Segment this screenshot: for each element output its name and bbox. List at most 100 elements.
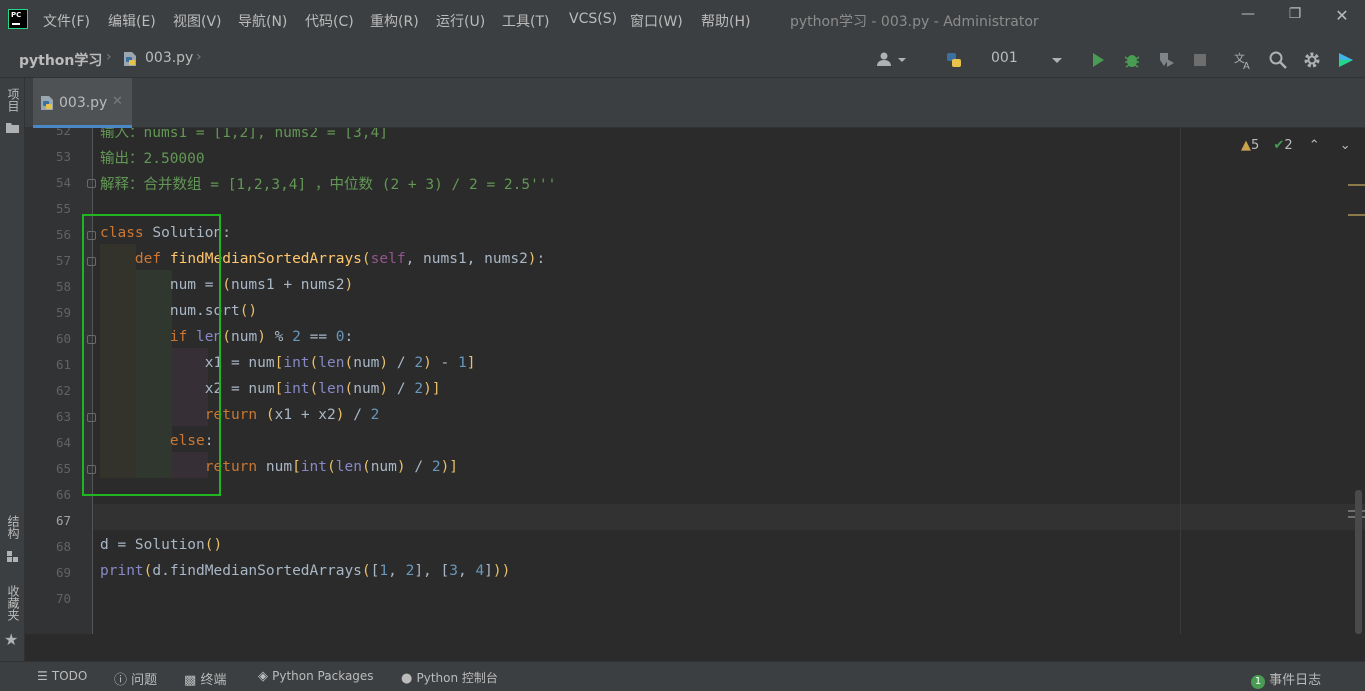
line-number: 68 [55, 539, 71, 554]
line-number: 52 [55, 128, 71, 138]
terminal-label: 终端 [200, 673, 227, 688]
run-config-name[interactable]: 001 [991, 50, 1018, 66]
weak-warning-check-icon: ✔ [1273, 138, 1285, 153]
menu-refactor[interactable]: 重构(R) [370, 11, 419, 31]
title-menu-bar: PC 文件(F) 编辑(E) 视图(V) 导航(N) 代码(C) 重构(R) 运… [0, 0, 1365, 40]
debug-icon[interactable] [1122, 50, 1142, 70]
search-icon[interactable] [1268, 50, 1288, 70]
line-number: 57 [55, 253, 71, 268]
structure-tool-window-button[interactable]: 结构 [5, 515, 22, 539]
layers-icon: ◈ [258, 669, 268, 684]
next-highlight-icon[interactable]: ⌄ [1340, 138, 1351, 153]
weak-warning-count: 2 [1284, 138, 1293, 153]
run-icon[interactable] [1088, 50, 1108, 70]
scrollbar-warning-mark [1348, 214, 1365, 216]
line-number: 62 [55, 383, 71, 398]
stop-icon[interactable] [1190, 50, 1210, 70]
star-icon: ★ [4, 630, 19, 649]
breadcrumb-project[interactable]: python学习 [19, 50, 102, 70]
warning-count: 5 [1251, 138, 1260, 153]
python-file-icon [41, 96, 53, 110]
folder-icon [6, 123, 19, 133]
right-margin-guide [1180, 128, 1181, 634]
python-console-tool-button[interactable]: ● Python 控制台 [401, 669, 498, 686]
close-window-icon[interactable]: ✕ [1329, 6, 1355, 26]
terminal-tool-button[interactable]: ▩ 终端 [184, 669, 226, 688]
terminal-icon: ▩ [184, 673, 197, 688]
python-file-icon [124, 52, 136, 66]
code-line: print(d.findMedianSortedArrays([1, 2], [… [100, 563, 511, 579]
line-number: 59 [55, 305, 71, 320]
code-line: 输入：nums1 = [1,2], nums2 = [3,4] [100, 128, 388, 141]
python-console-label: Python 控制台 [416, 671, 498, 685]
menu-run[interactable]: 运行(U) [436, 11, 485, 31]
line-number: 56 [55, 227, 71, 242]
minimize-icon[interactable]: — [1235, 6, 1261, 26]
problems-tool-button[interactable]: ⓘ 问题 [114, 669, 157, 688]
todo-tool-button[interactable]: ☰ TODO [37, 669, 87, 684]
green-annotation-box [82, 214, 221, 496]
list-icon: ☰ [37, 669, 48, 683]
info-icon: ⓘ [114, 673, 128, 688]
menu-help[interactable]: 帮助(H) [701, 11, 750, 31]
breadcrumb-file[interactable]: 003.py [145, 50, 193, 66]
structure-icon [7, 551, 18, 562]
menu-edit[interactable]: 编辑(E) [108, 11, 156, 31]
favorites-tool-window-button[interactable]: 收藏夹 [5, 585, 22, 621]
line-number: 66 [55, 487, 71, 502]
line-number: 65 [55, 461, 71, 476]
restore-icon[interactable]: ❐ [1282, 6, 1308, 26]
vertical-scrollbar-thumb[interactable] [1355, 490, 1362, 634]
menu-vcs[interactable]: VCS(S) [569, 11, 617, 27]
pycharm-logo-icon: PC [8, 9, 28, 29]
code-line: 输出：2.50000 [100, 151, 205, 167]
scrollbar-warning-mark [1348, 184, 1365, 186]
code-line: d = Solution() [100, 537, 223, 553]
close-tab-icon[interactable]: ✕ [112, 94, 123, 109]
user-account-icon[interactable] [874, 50, 908, 70]
menu-file[interactable]: 文件(F) [43, 11, 90, 31]
menu-code[interactable]: 代码(C) [305, 11, 354, 31]
event-count-badge: 1 [1251, 675, 1265, 689]
menu-tools[interactable]: 工具(T) [502, 11, 549, 31]
line-number: 58 [55, 279, 71, 294]
project-tool-window-button[interactable]: 项目 [5, 88, 22, 112]
chevron-down-icon[interactable] [1047, 50, 1067, 70]
python-packages-tool-button[interactable]: ◈ Python Packages [258, 669, 374, 684]
status-bar: ☰ TODO ⓘ 问题 ▩ 终端 ◈ Python Packages ● Pyt… [0, 661, 1365, 691]
chevron-right-icon: › [196, 49, 202, 65]
tab-003-py[interactable]: 003.py ✕ [33, 78, 132, 128]
fold-marker-icon[interactable] [87, 179, 96, 188]
warning-icon: ▲ [1241, 138, 1251, 153]
python-packages-label: Python Packages [272, 669, 374, 683]
left-tool-strip: 项目 结构 收藏夹 ★ [0, 78, 25, 661]
problems-label: 问题 [131, 673, 158, 688]
settings-gear-icon[interactable] [1302, 50, 1322, 70]
code-with-me-icon[interactable] [1336, 50, 1356, 70]
line-number: 54 [55, 175, 71, 190]
code-editor[interactable]: 52 输入：nums1 = [1,2], nums2 = [3,4] 53 输出：2.… [25, 128, 1365, 634]
line-number: 64 [55, 435, 71, 450]
svg-text:A: A [1243, 61, 1250, 70]
python-run-config-icon [947, 53, 961, 67]
menu-navigate[interactable]: 导航(N) [238, 11, 287, 31]
line-number: 70 [55, 591, 71, 606]
inspection-widget[interactable]: ▲5 ✔2 ⌃ ⌄ [1241, 138, 1351, 153]
line-number: 61 [55, 357, 71, 372]
event-log-tool-button[interactable]: 1 事件日志 [1251, 669, 1321, 689]
event-log-label: 事件日志 [1269, 673, 1322, 688]
python-console-icon: ● [401, 671, 413, 686]
previous-highlight-icon[interactable]: ⌃ [1309, 138, 1320, 153]
current-line-highlight [93, 504, 1365, 530]
line-number: 55 [55, 201, 71, 216]
editor-bottom-area [25, 634, 1365, 661]
line-number: 63 [55, 409, 71, 424]
menu-view[interactable]: 视图(V) [173, 11, 222, 31]
line-number: 60 [55, 331, 71, 346]
translate-icon[interactable]: 文A [1233, 50, 1253, 70]
menu-window[interactable]: 窗口(W) [630, 11, 683, 31]
run-with-coverage-icon[interactable] [1156, 50, 1176, 70]
chevron-right-icon: › [106, 49, 112, 65]
todo-label: TODO [51, 669, 88, 683]
tab-label: 003.py [59, 95, 108, 111]
